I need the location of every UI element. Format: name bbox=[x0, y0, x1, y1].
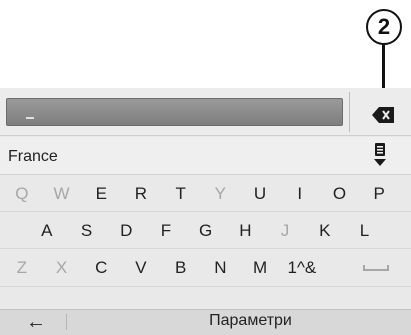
country-value: France bbox=[8, 148, 58, 165]
key-f[interactable]: F bbox=[146, 214, 186, 248]
key-n[interactable]: N bbox=[201, 251, 241, 285]
key-l[interactable]: L bbox=[345, 214, 385, 248]
key-space[interactable] bbox=[346, 251, 406, 285]
key-o[interactable]: O bbox=[320, 177, 360, 211]
key-u[interactable]: U bbox=[240, 177, 280, 211]
key-g[interactable]: G bbox=[186, 214, 226, 248]
key-e[interactable]: E bbox=[81, 177, 121, 211]
callout-number-2: 2 bbox=[366, 9, 402, 45]
key-a[interactable]: A bbox=[27, 214, 67, 248]
key-z[interactable]: Z bbox=[2, 251, 42, 285]
keyboard-row-divider bbox=[0, 211, 411, 212]
backspace-icon[interactable] bbox=[372, 107, 394, 123]
parameters-button[interactable]: Параметри bbox=[90, 312, 411, 330]
key-k[interactable]: K bbox=[305, 214, 345, 248]
space-bar-icon bbox=[363, 265, 389, 271]
key-b[interactable]: B bbox=[161, 251, 201, 285]
key-s[interactable]: S bbox=[67, 214, 107, 248]
key-m[interactable]: M bbox=[240, 251, 280, 285]
text-input-field[interactable] bbox=[6, 98, 343, 126]
keyboard-row-divider bbox=[0, 286, 411, 287]
key-q[interactable]: Q bbox=[2, 177, 42, 211]
divider bbox=[66, 314, 67, 330]
key-1^&[interactable]: 1^& bbox=[280, 251, 324, 285]
key-v[interactable]: V bbox=[121, 251, 161, 285]
key-p[interactable]: P bbox=[359, 177, 399, 211]
key-c[interactable]: C bbox=[81, 251, 121, 285]
key-y[interactable]: Y bbox=[201, 177, 241, 211]
list-dropdown-icon[interactable] bbox=[372, 141, 388, 169]
key-w[interactable]: W bbox=[42, 177, 82, 211]
divider bbox=[349, 92, 350, 132]
key-t[interactable]: T bbox=[161, 177, 201, 211]
key-h[interactable]: H bbox=[226, 214, 266, 248]
key-d[interactable]: D bbox=[106, 214, 146, 248]
text-cursor bbox=[26, 117, 34, 119]
key-x[interactable]: X bbox=[42, 251, 82, 285]
key-r[interactable]: R bbox=[121, 177, 161, 211]
back-arrow-icon[interactable]: ← bbox=[26, 311, 46, 334]
keyboard-row-divider bbox=[0, 248, 411, 249]
key-j[interactable]: J bbox=[265, 214, 305, 248]
key-i[interactable]: I bbox=[280, 177, 320, 211]
country-row[interactable] bbox=[0, 137, 411, 175]
